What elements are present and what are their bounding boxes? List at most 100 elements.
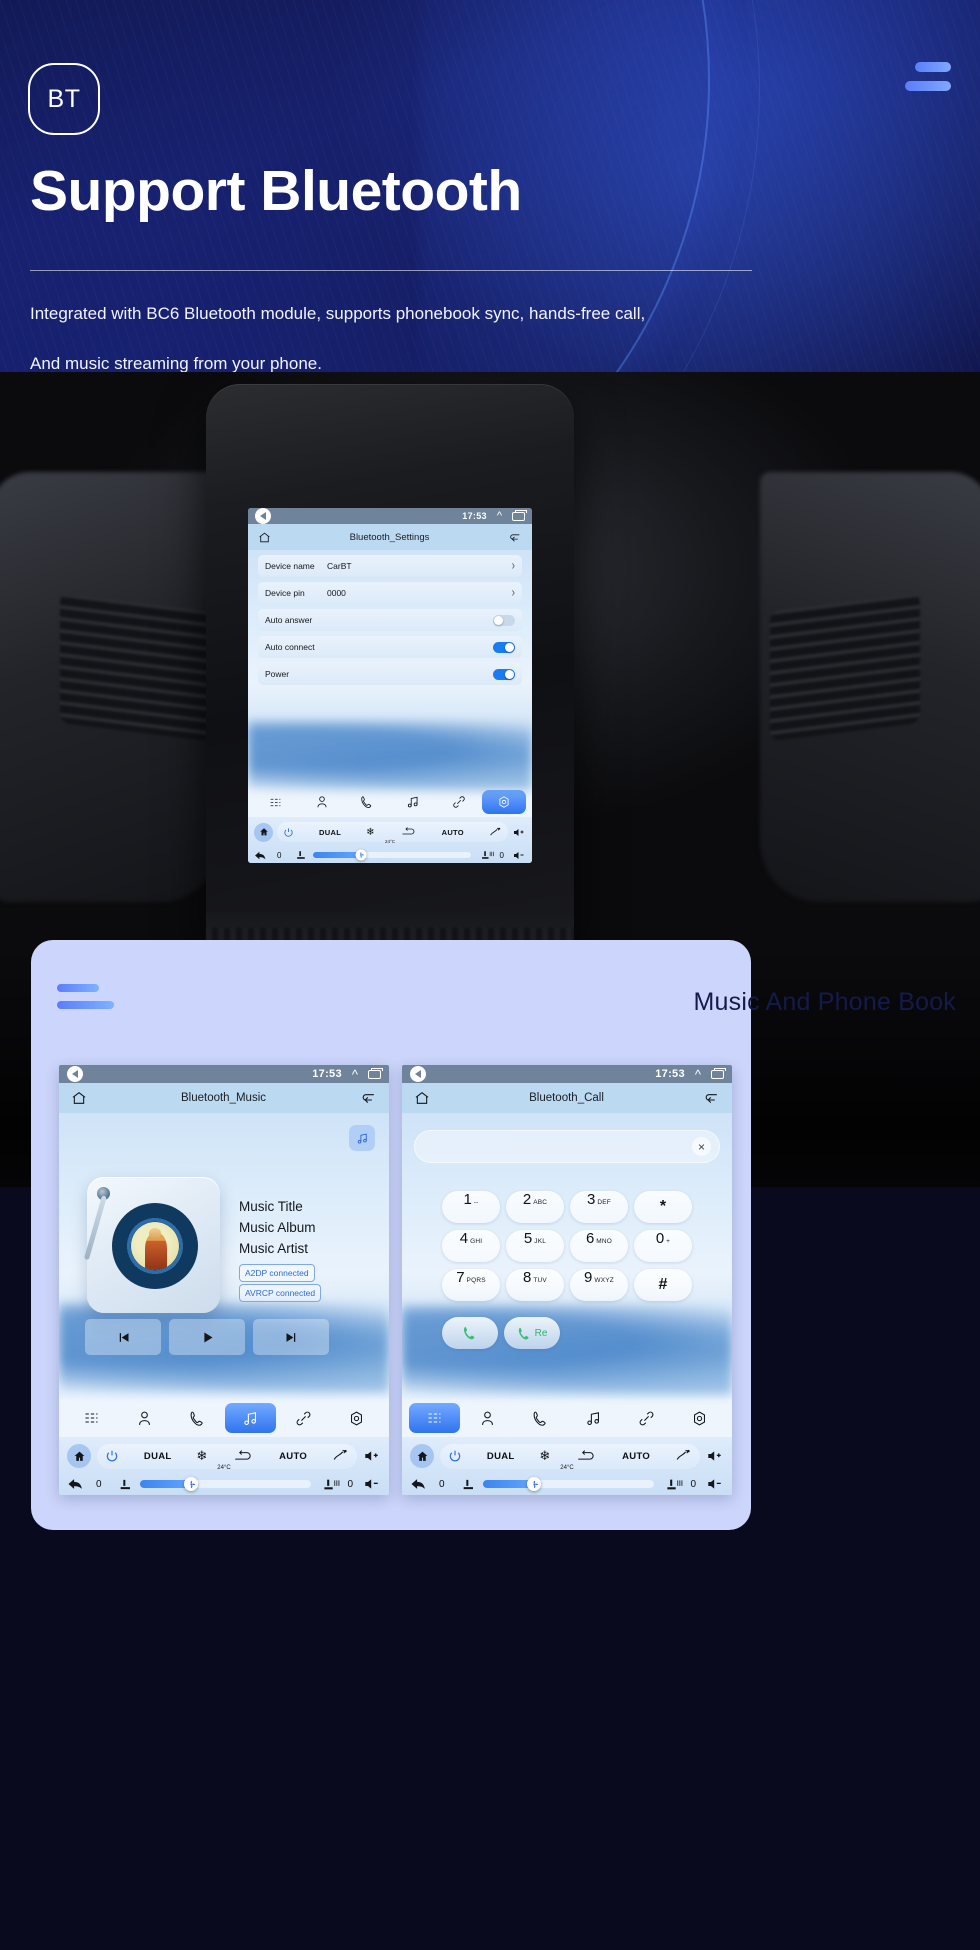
chevron-right-icon[interactable]: ›	[512, 559, 515, 573]
volume-down-icon[interactable]	[364, 1477, 381, 1491]
tab-apps[interactable]	[254, 790, 298, 814]
back-arrow-icon[interactable]	[254, 850, 267, 861]
return-arrow-icon[interactable]	[360, 1090, 377, 1106]
seat-icon[interactable]	[461, 1478, 477, 1491]
setting-row-device-pin[interactable]: Device pin 0000 ›	[258, 582, 522, 604]
phone-number-input[interactable]: ×	[414, 1130, 720, 1163]
recent-apps-icon[interactable]	[368, 1067, 383, 1079]
fan-slider[interactable]	[139, 1477, 312, 1491]
dial-key-7[interactable]: 7 PQRS	[442, 1269, 500, 1301]
setting-row-auto-answer[interactable]: Auto answer	[258, 609, 522, 631]
dial-key-5[interactable]: 5 JKL	[506, 1230, 564, 1262]
dual-label[interactable]: DUAL	[487, 1451, 515, 1462]
snowflake-icon[interactable]: ❄	[366, 827, 374, 838]
home-icon[interactable]	[258, 531, 271, 544]
tab-music[interactable]	[391, 790, 435, 814]
tab-music[interactable]	[225, 1403, 276, 1433]
clear-icon[interactable]: ×	[692, 1137, 711, 1156]
snowflake-icon[interactable]: ❄	[196, 1448, 207, 1464]
auto-label[interactable]: AUTO	[622, 1451, 650, 1462]
next-track-button[interactable]	[253, 1319, 329, 1355]
dial-key-9[interactable]: 9 WXYZ	[570, 1269, 628, 1301]
tab-link[interactable]	[437, 790, 481, 814]
chevron-up-icon[interactable]: ^	[352, 1068, 358, 1081]
redial-button[interactable]: Re	[504, 1317, 560, 1349]
snowflake-icon[interactable]: ❄	[539, 1448, 550, 1464]
air-recirculation-icon[interactable]	[575, 1449, 597, 1463]
back-arrow-icon[interactable]	[410, 1477, 427, 1491]
dial-key-4[interactable]: 4 GHI	[442, 1230, 500, 1262]
power-icon[interactable]	[105, 1449, 119, 1463]
previous-track-button[interactable]	[85, 1319, 161, 1355]
volume-up-icon[interactable]	[364, 1449, 381, 1463]
seat-heated-icon[interactable]	[481, 850, 495, 860]
dial-key-3[interactable]: 3 DEF	[570, 1191, 628, 1223]
return-arrow-icon[interactable]	[508, 531, 522, 544]
tab-contacts[interactable]	[119, 1403, 170, 1433]
recent-apps-icon[interactable]	[512, 509, 527, 521]
tab-settings[interactable]	[482, 790, 527, 814]
tab-settings[interactable]	[674, 1403, 725, 1433]
home-icon[interactable]	[414, 1090, 430, 1106]
tab-music[interactable]	[568, 1403, 619, 1433]
dial-key-2[interactable]: 2 ABC	[506, 1191, 564, 1223]
chevron-up-icon[interactable]: ^	[497, 510, 502, 522]
setting-row-device-name[interactable]: Device name CarBT ›	[258, 555, 522, 577]
tab-apps[interactable]	[409, 1403, 460, 1433]
auto-answer-toggle[interactable]	[493, 614, 515, 626]
back-circle-icon[interactable]	[255, 508, 271, 524]
back-arrow-icon[interactable]	[67, 1477, 84, 1491]
dial-key-0[interactable]: 0 +	[634, 1230, 692, 1262]
card-hamburger-icon[interactable]	[57, 984, 117, 1009]
auto-label[interactable]: AUTO	[442, 828, 464, 837]
volume-down-icon[interactable]	[513, 850, 526, 861]
play-button[interactable]	[169, 1319, 245, 1355]
dial-key-hash[interactable]: #	[634, 1269, 692, 1301]
volume-down-icon[interactable]	[707, 1477, 724, 1491]
tab-contacts[interactable]	[300, 790, 344, 814]
tab-link[interactable]	[278, 1403, 329, 1433]
home-button[interactable]	[254, 822, 273, 842]
hamburger-icon[interactable]	[895, 62, 951, 102]
tab-settings[interactable]	[331, 1403, 382, 1433]
air-recirculation-icon[interactable]	[232, 1449, 254, 1463]
power-toggle[interactable]	[493, 668, 515, 680]
auto-label[interactable]: AUTO	[279, 1451, 307, 1462]
dial-key-6[interactable]: 6 MNO	[570, 1230, 628, 1262]
tab-apps[interactable]	[66, 1403, 117, 1433]
tab-phone[interactable]	[345, 790, 389, 814]
tab-contacts[interactable]	[462, 1403, 513, 1433]
return-arrow-icon[interactable]	[703, 1090, 720, 1106]
fan-slider[interactable]	[313, 849, 471, 861]
chevron-right-icon[interactable]: ›	[512, 586, 515, 600]
defrost-icon[interactable]	[675, 1449, 692, 1463]
seat-icon[interactable]	[295, 850, 308, 860]
music-source-button[interactable]	[349, 1125, 375, 1151]
chevron-up-icon[interactable]: ^	[695, 1068, 701, 1081]
setting-row-power[interactable]: Power	[258, 663, 522, 685]
dial-key-1[interactable]: 1 --	[442, 1191, 500, 1223]
back-circle-icon[interactable]	[410, 1066, 426, 1082]
tab-link[interactable]	[621, 1403, 672, 1433]
defrost-icon[interactable]	[489, 827, 502, 838]
air-recirculation-icon[interactable]	[400, 827, 417, 837]
dial-key-star[interactable]: *	[634, 1191, 692, 1223]
dial-key-8[interactable]: 8 TUV	[506, 1269, 564, 1301]
seat-heated-icon[interactable]	[666, 1478, 684, 1491]
home-icon[interactable]	[71, 1090, 87, 1106]
seat-icon[interactable]	[118, 1478, 134, 1491]
auto-connect-toggle[interactable]	[493, 641, 515, 653]
recent-apps-icon[interactable]	[711, 1067, 726, 1079]
volume-up-icon[interactable]	[707, 1449, 724, 1463]
volume-up-icon[interactable]	[513, 827, 526, 838]
defrost-icon[interactable]	[332, 1449, 349, 1463]
power-icon[interactable]	[283, 827, 294, 838]
home-button[interactable]	[67, 1444, 91, 1468]
tab-phone[interactable]	[515, 1403, 566, 1433]
dual-label[interactable]: DUAL	[144, 1451, 172, 1462]
tab-phone[interactable]	[172, 1403, 223, 1433]
call-button[interactable]	[442, 1317, 498, 1349]
dual-label[interactable]: DUAL	[319, 828, 341, 837]
setting-row-auto-connect[interactable]: Auto connect	[258, 636, 522, 658]
back-circle-icon[interactable]	[67, 1066, 83, 1082]
